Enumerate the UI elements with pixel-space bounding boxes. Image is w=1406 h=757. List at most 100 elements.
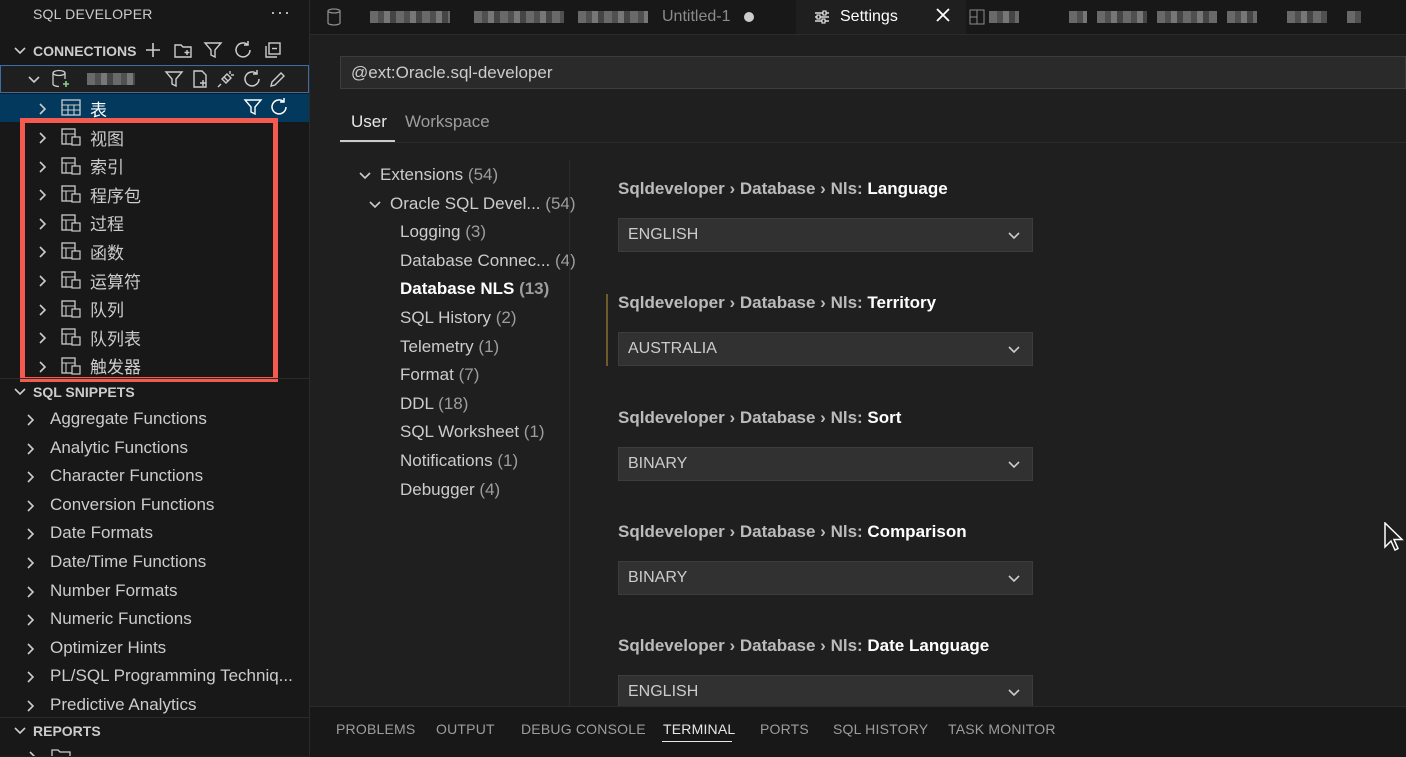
snippet-item[interactable]: Numeric Functions bbox=[0, 605, 309, 633]
snippet-item[interactable]: Conversion Functions bbox=[0, 491, 309, 519]
chevron-right-icon bbox=[36, 101, 50, 115]
connections-header[interactable]: CONNECTIONS bbox=[0, 38, 309, 64]
tree-item-object-folder[interactable]: 触发器 bbox=[0, 352, 309, 380]
setting-prefix: Sqldeveloper › Database › Nls: bbox=[618, 521, 868, 541]
collapse-all-icon[interactable] bbox=[263, 40, 285, 62]
connect-plug-icon[interactable] bbox=[216, 69, 238, 91]
chevron-right-icon bbox=[24, 526, 38, 540]
add-connection-icon[interactable] bbox=[143, 40, 165, 62]
sql-snippets-label: SQL SNIPPETS bbox=[33, 384, 135, 400]
tree-item-object-folder[interactable]: 程序包 bbox=[0, 180, 309, 208]
setting-dropdown[interactable]: AUSTRALIA bbox=[618, 332, 1033, 367]
setting-dropdown[interactable]: ENGLISH bbox=[618, 218, 1033, 252]
toc-item[interactable]: Oracle SQL Devel... (54) bbox=[369, 193, 576, 214]
snippet-item[interactable]: Analytic Functions bbox=[0, 434, 309, 462]
panel-tab[interactable]: SQL HISTORY bbox=[833, 721, 928, 737]
panel-tab[interactable]: PORTS bbox=[760, 721, 809, 737]
toc-item[interactable]: Database NLS (13) bbox=[400, 279, 549, 299]
tree-item-object-folder[interactable]: 队列表 bbox=[0, 323, 309, 351]
toc-item[interactable]: SQL Worksheet (1) bbox=[400, 422, 545, 442]
close-icon[interactable] bbox=[934, 6, 952, 24]
tree-item-object-folder[interactable]: 函数 bbox=[0, 237, 309, 265]
more-actions-icon[interactable]: ··· bbox=[270, 2, 291, 23]
toc-item[interactable]: Debugger (4) bbox=[400, 480, 500, 500]
snippet-item[interactable]: Predictive Analytics bbox=[0, 691, 309, 719]
snippet-item[interactable]: Date/Time Functions bbox=[0, 548, 309, 576]
chevron-right-icon bbox=[24, 441, 38, 455]
sidebar-title: SQL DEVELOPER bbox=[33, 6, 153, 22]
panel-tab[interactable]: PROBLEMS bbox=[336, 721, 415, 737]
refresh-icon[interactable] bbox=[242, 69, 264, 91]
chevron-right-icon bbox=[36, 273, 50, 287]
toc-count: (3) bbox=[465, 222, 487, 242]
filter-icon[interactable] bbox=[164, 69, 186, 91]
tree-item-tables[interactable]: 表 bbox=[0, 94, 309, 122]
sql-snippets-header[interactable]: SQL SNIPPETS bbox=[0, 378, 309, 405]
tab-workspace-settings[interactable]: Workspace bbox=[405, 112, 490, 132]
chevron-right-icon bbox=[24, 612, 38, 626]
toc-item[interactable]: Logging (3) bbox=[400, 222, 486, 242]
reports-header[interactable]: REPORTS bbox=[0, 717, 309, 744]
panel-tab[interactable]: OUTPUT bbox=[436, 721, 495, 737]
toc-item[interactable]: Database Connec... (4) bbox=[400, 251, 576, 271]
snippet-item[interactable]: PL/SQL Programming Techniq... bbox=[0, 662, 309, 690]
setting-dropdown[interactable]: ENGLISH bbox=[618, 675, 1033, 710]
tab-untitled[interactable]: Untitled-1 bbox=[310, 0, 795, 34]
snippet-item[interactable]: Date Formats bbox=[0, 519, 309, 547]
refresh-icon[interactable] bbox=[233, 40, 255, 62]
chevron-right-icon bbox=[36, 359, 50, 373]
tree-item-object-folder[interactable]: 过程 bbox=[0, 209, 309, 237]
new-folder-icon[interactable] bbox=[173, 40, 195, 62]
toc-item[interactable]: DDL (18) bbox=[400, 394, 468, 414]
tab-user-settings[interactable]: User bbox=[351, 112, 387, 132]
panel-tab[interactable]: TERMINAL bbox=[663, 721, 735, 737]
toc-item[interactable]: SQL History (2) bbox=[400, 308, 517, 328]
chevron-down-icon bbox=[1006, 685, 1022, 701]
setting-dropdown[interactable]: BINARY bbox=[618, 446, 1033, 481]
settings-search-input[interactable]: @ext:Oracle.sql-developer bbox=[340, 56, 1406, 89]
setting-prefix: Sqldeveloper › Database › Nls: bbox=[618, 636, 868, 656]
chevron-down-icon bbox=[1006, 457, 1022, 473]
edit-pencil-icon[interactable] bbox=[268, 69, 290, 91]
report-folder-icon bbox=[50, 746, 72, 756]
connection-item[interactable] bbox=[0, 65, 309, 93]
panel-tab[interactable]: TASK MONITOR bbox=[948, 721, 1056, 737]
toc-item[interactable]: Telemetry (1) bbox=[400, 337, 499, 357]
chevron-down-icon bbox=[13, 385, 27, 399]
tree-item-object-folder[interactable]: 队列 bbox=[0, 295, 309, 323]
toc-count: (54) bbox=[545, 193, 576, 213]
toc-item[interactable]: Notifications (1) bbox=[400, 451, 518, 471]
snippet-item[interactable]: Character Functions bbox=[0, 462, 309, 490]
new-worksheet-icon[interactable] bbox=[190, 69, 212, 91]
tab-settings-label: Settings bbox=[840, 8, 898, 25]
toc-item[interactable]: Extensions (54) bbox=[359, 165, 498, 185]
setting-dropdown[interactable]: BINARY bbox=[618, 560, 1033, 595]
toc-label: SQL Worksheet bbox=[400, 422, 520, 442]
chevron-right-icon bbox=[24, 498, 38, 512]
setting-title: Sqldeveloper › Database › Nls: Sort bbox=[618, 408, 901, 428]
tab-other[interactable] bbox=[967, 0, 1406, 34]
setting-title: Sqldeveloper › Database › Nls: Compariso… bbox=[618, 522, 967, 542]
redacted-tab-text bbox=[578, 11, 648, 23]
tree-item-object-folder[interactable]: 运算符 bbox=[0, 266, 309, 294]
tab-settings[interactable]: Settings bbox=[796, 0, 966, 34]
panel-tab[interactable]: DEBUG CONSOLE bbox=[521, 721, 646, 737]
snippet-item[interactable]: Number Formats bbox=[0, 577, 309, 605]
toc-item[interactable]: Format (7) bbox=[400, 365, 479, 385]
toc-count: (18) bbox=[438, 393, 469, 413]
tree-item-object-folder[interactable]: 视图 bbox=[0, 123, 309, 151]
snippet-item[interactable]: Aggregate Functions bbox=[0, 405, 309, 433]
tree-item-label: 过程 bbox=[90, 215, 124, 235]
filter-icon[interactable] bbox=[243, 97, 265, 119]
index-icon bbox=[60, 156, 82, 176]
refresh-icon[interactable] bbox=[269, 97, 291, 119]
queue-icon bbox=[60, 299, 82, 319]
chevron-down-icon bbox=[13, 44, 27, 58]
queue-table-icon bbox=[60, 327, 82, 347]
snippet-item[interactable]: Optimizer Hints bbox=[0, 634, 309, 662]
tree-item-object-folder[interactable]: 索引 bbox=[0, 152, 309, 180]
unsaved-dot-icon[interactable] bbox=[744, 12, 755, 22]
filter-icon[interactable] bbox=[203, 40, 225, 62]
reports-first-item[interactable] bbox=[0, 742, 309, 756]
mouse-cursor-icon bbox=[1384, 521, 1404, 557]
